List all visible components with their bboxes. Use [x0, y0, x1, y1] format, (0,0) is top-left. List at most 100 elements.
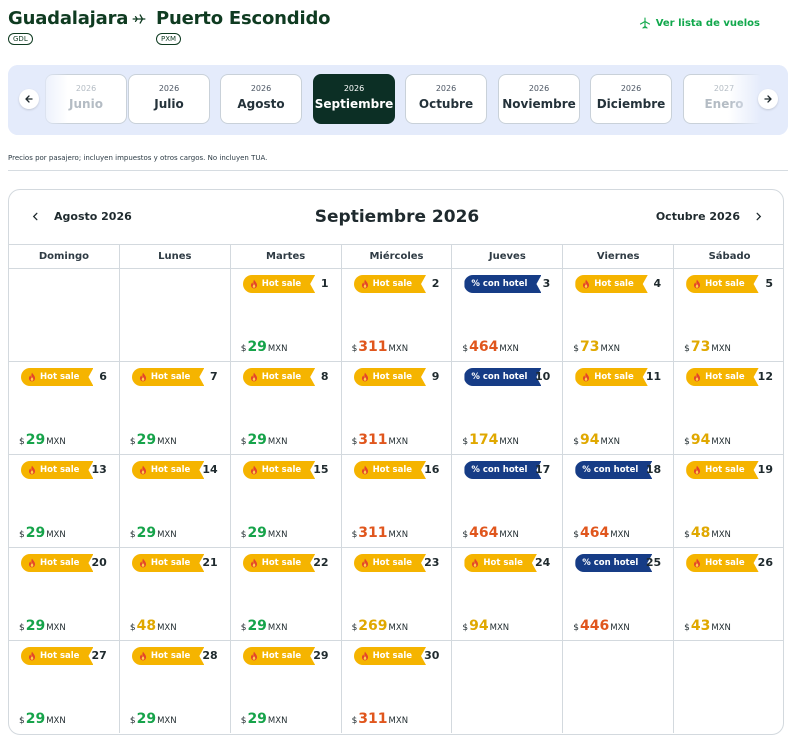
day-cell-24[interactable]: Hot sale 24 $94 MXN	[452, 547, 564, 640]
day-cell-6[interactable]: Hot sale 6 $29 MXN	[9, 361, 120, 454]
day-cell-28[interactable]: Hot sale 28 $29 MXN	[119, 640, 231, 733]
currency-symbol: $	[462, 530, 469, 540]
badge-label: Hot sale	[150, 558, 191, 568]
day-cell-2[interactable]: Hot sale 2 $311 MXN	[341, 268, 453, 361]
fire-icon	[693, 279, 701, 289]
day-cell-23[interactable]: Hot sale 23 $269 MXN	[341, 547, 453, 640]
badge-label: % con hotel	[471, 279, 528, 289]
badge-label: Hot sale	[40, 651, 80, 661]
day-cell-19[interactable]: Hot sale 19 $48 MXN	[674, 454, 783, 547]
currency-code: MXN	[267, 530, 288, 540]
day-cell-26[interactable]: Hot sale 26 $43 MXN	[674, 547, 783, 640]
hotel-discount-badge: % con hotel	[575, 554, 652, 572]
day-cell-21[interactable]: Hot sale 21 $48 MXN	[119, 547, 231, 640]
next-month-button[interactable]: Octubre 2026	[656, 210, 763, 223]
hotel-discount-badge: % con hotel	[575, 461, 652, 479]
day-cell-20[interactable]: Hot sale 20 $29 MXN	[9, 547, 120, 640]
month-tab-julio[interactable]: 2026 Julio	[128, 74, 210, 124]
day-cell-5[interactable]: Hot sale 5 $73 MXN	[674, 268, 783, 361]
currency-symbol: $	[240, 530, 247, 540]
badge-label: % con hotel	[582, 558, 639, 568]
origin-city: Guadalajara	[8, 8, 129, 29]
currency-symbol: $	[19, 623, 25, 633]
day-cell-14[interactable]: Hot sale 14 $29 MXN	[119, 454, 231, 547]
airplane-icon	[639, 17, 650, 29]
prev-months-button[interactable]	[19, 89, 39, 109]
month-tab-enero[interactable]: 2027 Enero	[683, 74, 765, 124]
next-months-button[interactable]	[758, 89, 778, 109]
month-tab-octubre[interactable]: 2026 Octubre	[405, 74, 487, 124]
month-tab-noviembre[interactable]: 2026 Noviembre	[498, 74, 580, 124]
price-amount: 29	[247, 339, 267, 355]
currency-code: MXN	[388, 716, 409, 726]
badge-label: Hot sale	[705, 279, 745, 289]
day-number: 11	[645, 370, 662, 383]
day-cell-10[interactable]: % con hotel 10 $174 MXN	[452, 361, 564, 454]
currency-symbol: $	[684, 623, 690, 633]
day-number: 3	[542, 277, 551, 290]
price-amount: 464	[469, 339, 499, 355]
day-number: 26	[757, 556, 773, 569]
day-price: $94 MXN	[684, 432, 731, 448]
day-cell-17[interactable]: % con hotel 17 $464 MXN	[452, 454, 564, 547]
empty-day-cell	[9, 268, 120, 361]
month-tab-diciembre[interactable]: 2026 Diciembre	[590, 74, 672, 124]
hot-sale-badge: Hot sale	[132, 647, 204, 665]
day-cell-3[interactable]: % con hotel 3 $464 MXN	[452, 268, 564, 361]
badge-label: Hot sale	[40, 465, 80, 475]
day-price: $464 MXN	[462, 339, 518, 355]
month-tab-agosto[interactable]: 2026 Agosto	[220, 74, 302, 124]
hot-sale-badge: Hot sale	[686, 275, 758, 293]
day-price: $29 MXN	[241, 339, 288, 355]
badge-label: Hot sale	[372, 558, 413, 568]
day-cell-25[interactable]: % con hotel 25 $446 MXN	[563, 547, 675, 640]
day-number: 9	[431, 370, 440, 383]
day-number: 4	[653, 277, 662, 290]
fire-icon	[582, 372, 590, 382]
hot-sale-badge: Hot sale	[21, 461, 93, 479]
currency-code: MXN	[157, 530, 177, 540]
month-tab-junio[interactable]: 2026 Junio	[45, 74, 127, 124]
day-cell-18[interactable]: % con hotel 18 $464 MXN	[563, 454, 675, 547]
hot-sale-badge: Hot sale	[21, 368, 93, 386]
day-number: 15	[313, 463, 329, 476]
currency-symbol: $	[129, 716, 136, 726]
day-number: 10	[534, 370, 551, 383]
day-cell-12[interactable]: Hot sale 12 $94 MXN	[674, 361, 783, 454]
day-price: $29 MXN	[130, 525, 177, 541]
day-price: $29 MXN	[19, 525, 66, 541]
day-cell-7[interactable]: Hot sale 7 $29 MXN	[119, 361, 231, 454]
fire-icon	[361, 372, 369, 382]
day-cell-4[interactable]: Hot sale 4 $73 MXN	[563, 268, 675, 361]
currency-code: MXN	[711, 530, 731, 540]
empty-day-cell	[563, 640, 675, 733]
day-price: $73 MXN	[684, 339, 731, 355]
day-cell-29[interactable]: Hot sale 29 $29 MXN	[230, 640, 342, 733]
fire-icon	[582, 279, 590, 289]
fire-icon	[361, 651, 369, 661]
price-amount: 311	[358, 432, 388, 448]
day-number: 6	[99, 370, 107, 383]
day-cell-9[interactable]: Hot sale 9 $311 MXN	[341, 361, 453, 454]
day-cell-1[interactable]: Hot sale 1 $29 MXN	[230, 268, 342, 361]
hotel-discount-badge: % con hotel	[464, 275, 541, 293]
day-cell-16[interactable]: Hot sale 16 $311 MXN	[341, 454, 453, 547]
day-cell-22[interactable]: Hot sale 22 $29 MXN	[230, 547, 342, 640]
day-cell-8[interactable]: Hot sale 8 $29 MXN	[230, 361, 342, 454]
day-cell-30[interactable]: Hot sale 30 $311 MXN	[341, 640, 453, 733]
month-tab-septiembre[interactable]: 2026 Septiembre	[313, 74, 395, 124]
currency-symbol: $	[684, 530, 690, 540]
currency-code: MXN	[489, 623, 510, 633]
view-flight-list-link[interactable]: Ver lista de vuelos	[639, 17, 760, 29]
currency-symbol: $	[351, 530, 358, 540]
day-price: $29 MXN	[19, 432, 66, 448]
day-cell-15[interactable]: Hot sale 15 $29 MXN	[230, 454, 342, 547]
hot-sale-badge: Hot sale	[21, 647, 93, 665]
currency-symbol: $	[19, 437, 25, 447]
day-cell-27[interactable]: Hot sale 27 $29 MXN	[9, 640, 120, 733]
origin-code: GDL	[8, 33, 33, 45]
currency-code: MXN	[157, 623, 177, 633]
day-cell-11[interactable]: Hot sale 11 $94 MXN	[563, 361, 675, 454]
currency-code: MXN	[600, 344, 621, 354]
day-cell-13[interactable]: Hot sale 13 $29 MXN	[9, 454, 120, 547]
